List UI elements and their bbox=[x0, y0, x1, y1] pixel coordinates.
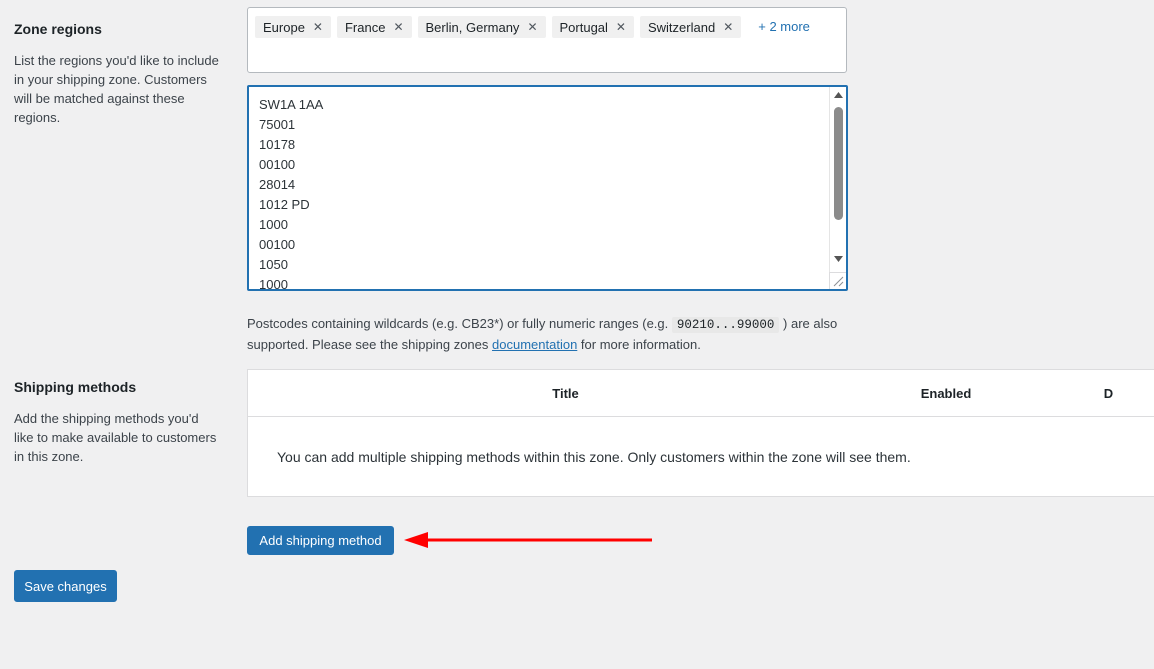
region-chip-label: Portugal bbox=[559, 19, 608, 35]
column-header-enabled: Enabled bbox=[843, 370, 1049, 417]
postcodes-scrollbar[interactable] bbox=[829, 87, 846, 289]
zone-regions-chip-list: Europe ✕ France ✕ Berlin, Germany ✕ Port… bbox=[248, 8, 846, 38]
shipping-methods-description: Add the shipping methods you'd like to m… bbox=[14, 411, 217, 464]
annotation-arrow bbox=[400, 530, 655, 550]
table-empty-row: You can add multiple shipping methods wi… bbox=[248, 417, 1154, 497]
show-more-regions-link[interactable]: + 2 more bbox=[758, 16, 810, 38]
close-icon[interactable]: ✕ bbox=[616, 21, 626, 33]
zone-regions-select-box[interactable]: Europe ✕ France ✕ Berlin, Germany ✕ Port… bbox=[247, 7, 847, 73]
postcodes-range-example: 90210...99000 bbox=[671, 317, 780, 333]
add-shipping-method-button[interactable]: Add shipping method bbox=[247, 526, 394, 555]
column-header-description: D bbox=[1049, 370, 1154, 417]
shipping-zones-documentation-link[interactable]: documentation bbox=[492, 337, 577, 352]
empty-state-message: You can add multiple shipping methods wi… bbox=[277, 448, 911, 465]
scroll-down-arrow-icon[interactable] bbox=[830, 251, 846, 267]
region-chip-label: Switzerland bbox=[647, 19, 716, 35]
close-icon[interactable]: ✕ bbox=[313, 21, 323, 33]
postcodes-help-part-3: for more information. bbox=[577, 337, 701, 352]
region-chip[interactable]: Portugal ✕ bbox=[551, 16, 634, 38]
shipping-zone-settings-page: Zone regions List the regions you'd like… bbox=[0, 0, 1154, 669]
shipping-methods-table: Title Enabled D You can add multiple shi… bbox=[247, 369, 1154, 497]
column-header-drag bbox=[248, 370, 288, 417]
region-chip[interactable]: Berlin, Germany ✕ bbox=[417, 16, 546, 38]
zone-regions-description: List the regions you'd like to include i… bbox=[14, 53, 219, 125]
column-header-title: Title bbox=[288, 370, 843, 417]
resize-grip-icon[interactable] bbox=[829, 272, 846, 289]
postcodes-field[interactable] bbox=[247, 85, 848, 291]
region-chip[interactable]: Switzerland ✕ bbox=[639, 16, 742, 38]
region-chip-label: Europe bbox=[263, 19, 305, 35]
region-chip[interactable]: France ✕ bbox=[336, 16, 412, 38]
postcodes-textarea[interactable] bbox=[249, 87, 829, 289]
close-icon[interactable]: ✕ bbox=[393, 21, 403, 33]
zone-regions-heading: Zone regions bbox=[14, 21, 102, 37]
region-chip-label: Berlin, Germany bbox=[425, 19, 520, 35]
table-header-row: Title Enabled D bbox=[248, 370, 1154, 417]
scrollbar-thumb[interactable] bbox=[834, 107, 843, 220]
scroll-up-arrow-icon[interactable] bbox=[830, 87, 846, 103]
region-chip[interactable]: Europe ✕ bbox=[255, 16, 331, 38]
save-changes-button[interactable]: Save changes bbox=[14, 570, 117, 602]
region-chip-label: France bbox=[344, 19, 386, 35]
postcodes-help-part-1: Postcodes containing wildcards (e.g. CB2… bbox=[247, 316, 672, 331]
close-icon[interactable]: ✕ bbox=[527, 21, 537, 33]
postcodes-help-text: Postcodes containing wildcards (e.g. CB2… bbox=[247, 314, 847, 354]
close-icon[interactable]: ✕ bbox=[723, 21, 733, 33]
shipping-methods-heading: Shipping methods bbox=[14, 379, 137, 395]
